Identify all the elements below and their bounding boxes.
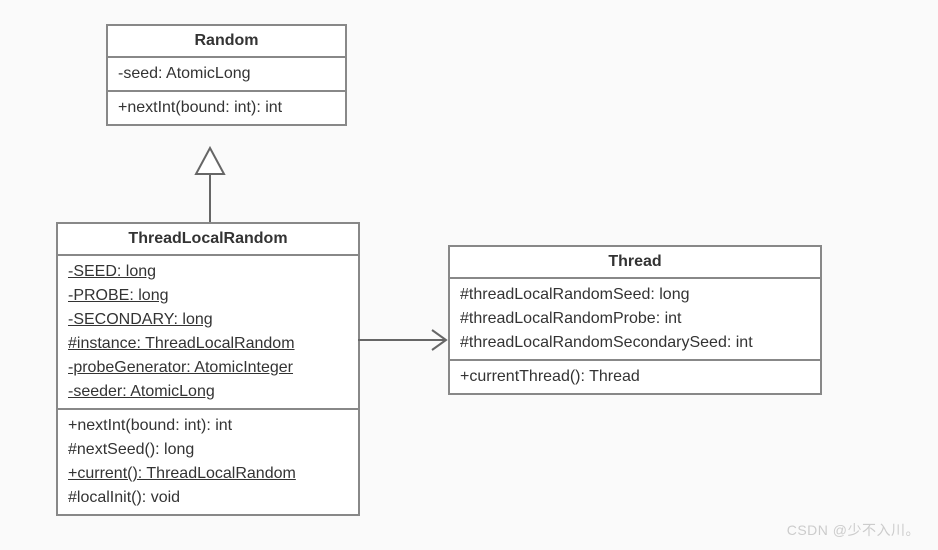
class-random-title: Random: [108, 26, 345, 58]
attribute: -seeder: AtomicLong: [68, 380, 348, 404]
method: #localInit(): void: [68, 486, 348, 510]
attribute: -PROBE: long: [68, 284, 348, 308]
association-arrow: [358, 330, 446, 350]
method: +current(): ThreadLocalRandom: [68, 462, 348, 486]
class-thread-title: Thread: [450, 247, 820, 279]
attribute: #threadLocalRandomSecondarySeed: int: [460, 331, 810, 355]
class-random-attributes: -seed: AtomicLong: [108, 58, 345, 92]
class-random-methods: +nextInt(bound: int): int: [108, 92, 345, 124]
class-thread: Thread #threadLocalRandomSeed: long #thr…: [448, 245, 822, 395]
attribute: -SECONDARY: long: [68, 308, 348, 332]
class-thread-methods: +currentThread(): Thread: [450, 361, 820, 393]
method: +currentThread(): Thread: [460, 365, 810, 389]
attribute: -SEED: long: [68, 260, 348, 284]
method: +nextInt(bound: int): int: [118, 96, 335, 120]
watermark: CSDN @少不入川。: [787, 520, 920, 540]
class-threadlocalrandom: ThreadLocalRandom -SEED: long -PROBE: lo…: [56, 222, 360, 516]
attribute: -seed: AtomicLong: [118, 62, 335, 86]
class-thread-attributes: #threadLocalRandomSeed: long #threadLoca…: [450, 279, 820, 361]
class-threadlocalrandom-title: ThreadLocalRandom: [58, 224, 358, 256]
class-threadlocalrandom-attributes: -SEED: long -PROBE: long -SECONDARY: lon…: [58, 256, 358, 410]
attribute: #threadLocalRandomProbe: int: [460, 307, 810, 331]
method: +nextInt(bound: int): int: [68, 414, 348, 438]
attribute: #threadLocalRandomSeed: long: [460, 283, 810, 307]
generalization-arrow: [196, 148, 224, 222]
attribute: #instance: ThreadLocalRandom: [68, 332, 348, 356]
class-random: Random -seed: AtomicLong +nextInt(bound:…: [106, 24, 347, 126]
class-threadlocalrandom-methods: +nextInt(bound: int): int #nextSeed(): l…: [58, 410, 358, 514]
method: #nextSeed(): long: [68, 438, 348, 462]
attribute: -probeGenerator: AtomicInteger: [68, 356, 348, 380]
